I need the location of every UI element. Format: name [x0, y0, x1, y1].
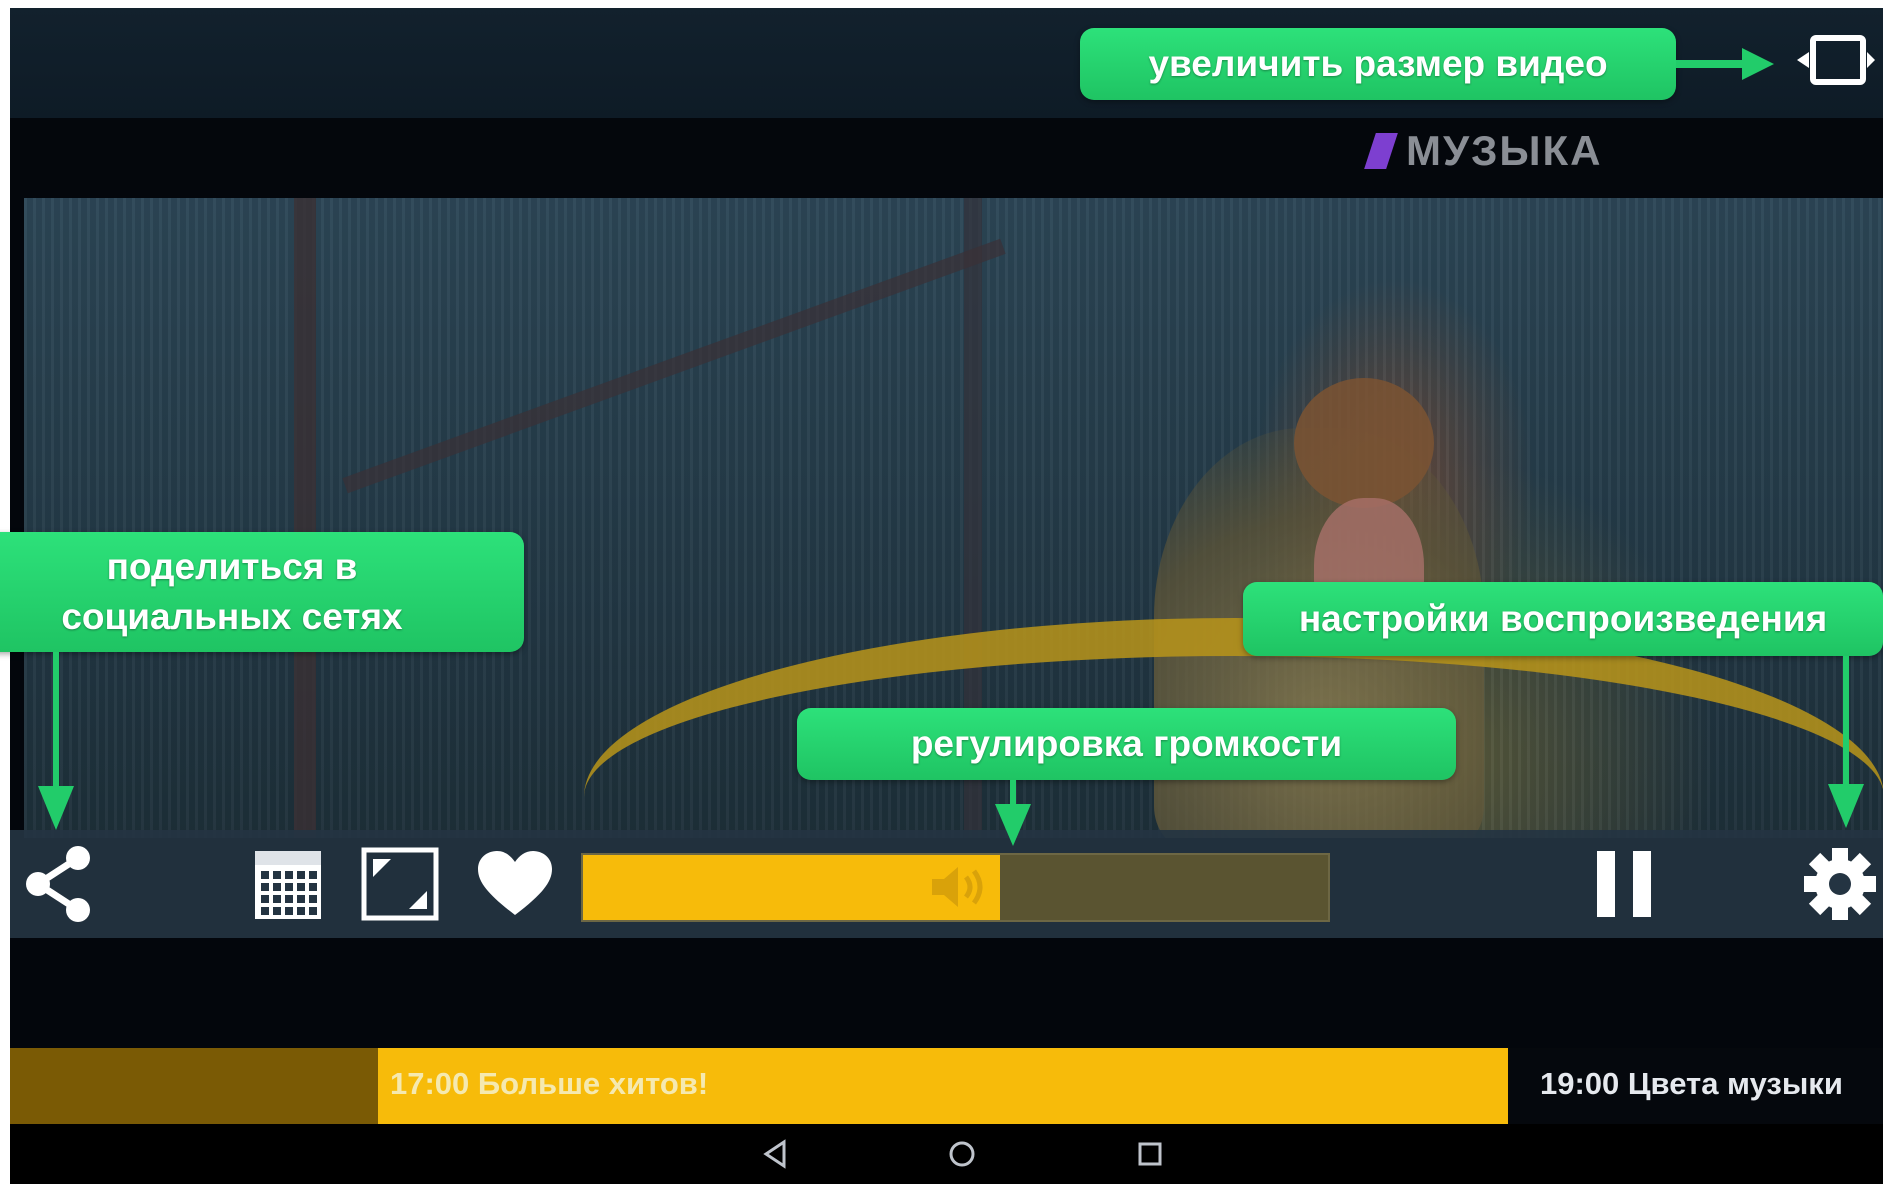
schedule-button[interactable]	[250, 830, 325, 938]
channel-logo-mark	[1364, 133, 1398, 169]
current-program-label: 17:00 Больше хитов!	[390, 1066, 709, 1101]
fit-screen-button[interactable]	[360, 830, 440, 938]
callout-playback-settings-text: настройки воспроизведения	[1298, 598, 1828, 639]
next-program-label: 19:00 Цвета музыки	[1540, 1066, 1843, 1101]
volume-slider[interactable]	[581, 853, 1330, 922]
gear-icon	[1804, 848, 1876, 920]
channel-logo-text: МУЗЫКА	[1406, 127, 1603, 174]
expand-video-button[interactable]	[1795, 30, 1877, 90]
resize-icon	[361, 847, 439, 921]
pause-icon	[1597, 851, 1651, 917]
back-icon	[763, 1139, 786, 1169]
callout-expand-video-text: увеличить размер видео	[1148, 43, 1608, 84]
callout-expand-video: увеличить размер видео	[1080, 28, 1676, 100]
callout-share: поделиться в социальных сетях	[0, 532, 524, 652]
schedule-past	[10, 1048, 378, 1124]
calendar-icon	[254, 851, 321, 919]
arrow-expand-video	[1676, 48, 1774, 80]
callout-playback-settings: настройки воспроизведения	[1243, 582, 1883, 656]
pause-button[interactable]	[1590, 830, 1660, 938]
favorite-button[interactable]	[475, 830, 555, 938]
share-button[interactable]	[20, 830, 100, 938]
arrow-volume	[995, 780, 1031, 846]
share-icon	[26, 846, 90, 922]
speaker-icon	[932, 867, 983, 907]
callout-volume-text: регулировка громкости	[910, 723, 1343, 764]
home-icon	[949, 1141, 975, 1167]
arrow-share	[38, 652, 74, 830]
callout-share-text: поделиться в социальных сетях	[61, 546, 403, 637]
nav-home-button[interactable]	[932, 1124, 992, 1184]
settings-button[interactable]	[1800, 830, 1880, 938]
control-bar	[10, 830, 1883, 938]
nav-recents-button[interactable]	[1120, 1124, 1180, 1184]
heart-icon	[478, 851, 552, 915]
program-schedule: 17:00 Больше хитов! 19:00 Цвета музыки	[10, 1048, 1883, 1124]
recents-icon	[1138, 1142, 1162, 1166]
android-nav-bar	[10, 1124, 1883, 1184]
schedule-current-program[interactable]: 17:00 Больше хитов!	[378, 1048, 1508, 1124]
expand-icon	[1797, 35, 1875, 85]
arrow-playback-settings	[1828, 656, 1864, 828]
nav-back-button[interactable]	[745, 1124, 805, 1184]
callout-volume: регулировка громкости	[797, 708, 1456, 780]
channel-logo: МУЗЫКА	[1364, 126, 1603, 176]
